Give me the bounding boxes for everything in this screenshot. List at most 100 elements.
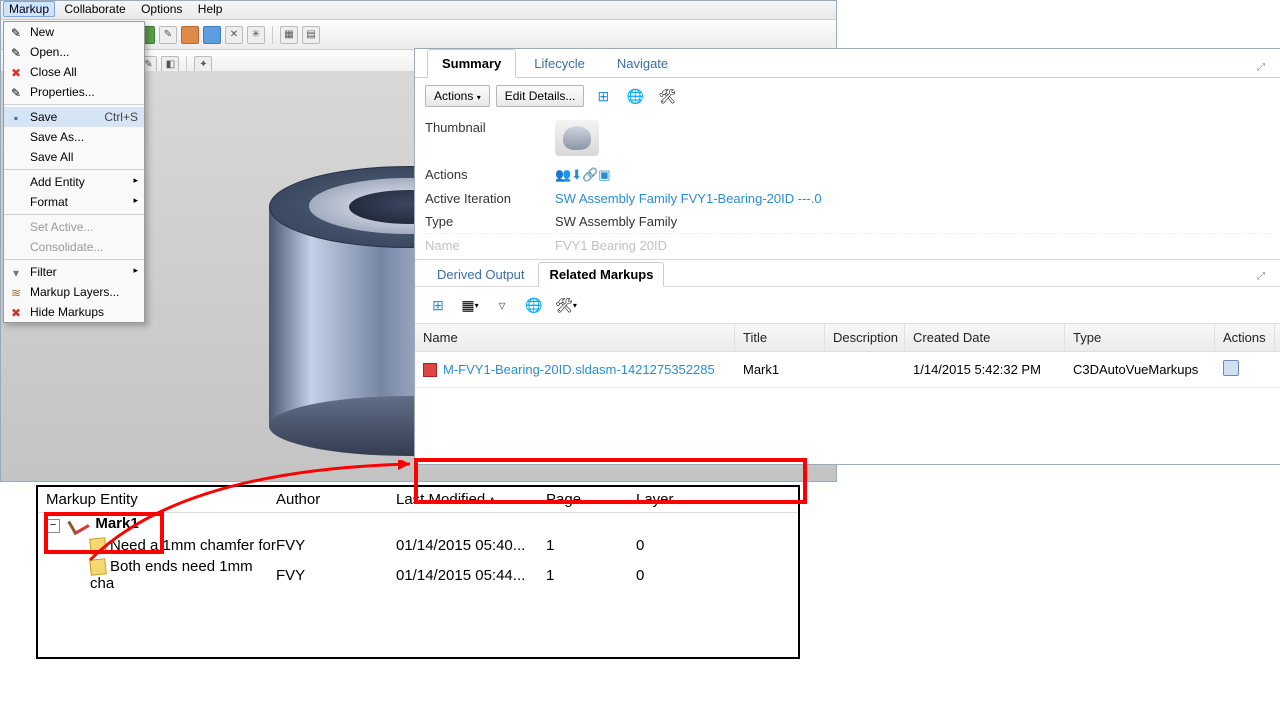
col-actions[interactable]: Actions (1215, 324, 1275, 351)
menu-hide-markups[interactable]: ✖Hide Markups (4, 302, 144, 322)
menu-save[interactable]: ▪SaveCtrl+S (4, 107, 144, 127)
submenu-arrow-icon: ▸ (133, 265, 138, 276)
panel-tabs: Summary Lifecycle Navigate ⤢ (415, 49, 1280, 78)
menu-properties[interactable]: ✎Properties... (4, 82, 144, 102)
menu-markup[interactable]: Markup (3, 1, 55, 17)
cell-actions[interactable] (1215, 352, 1275, 387)
cell-modified: 01/14/2015 05:40... (396, 537, 546, 554)
cell-description (825, 362, 905, 378)
filter-icon[interactable]: ▿ (489, 293, 515, 317)
sub-toolbar: ⊞ ▦▾ ▿ 🌐 🛠▾ (415, 287, 1280, 323)
add-icon[interactable]: ⊞ (590, 84, 616, 108)
markups-grid-header: Name Title Description Created Date Type… (415, 323, 1280, 352)
markup-entity-panel: Markup Entity Author Last Modified Page … (36, 485, 800, 659)
tree-child-row[interactable]: Need a 1mm chamfer for FVY 01/14/2015 05… (38, 535, 798, 556)
tab-derived-output[interactable]: Derived Output (427, 263, 534, 286)
separator (4, 259, 144, 260)
file-icon (423, 363, 437, 377)
tree-child-row[interactable]: Both ends need 1mm cha FVY 01/14/2015 05… (38, 556, 798, 594)
cell-page: 1 (546, 537, 636, 554)
toolbar-icon[interactable] (181, 26, 199, 44)
tools-icon[interactable]: 🛠▾ (553, 293, 579, 317)
menu-save-as[interactable]: Save As... (4, 127, 144, 147)
toolbar-icon[interactable] (203, 26, 221, 44)
hide-icon: ✖ (8, 305, 24, 321)
expand-icon[interactable]: ⤢ (1253, 267, 1269, 286)
tree-collapse-icon[interactable]: − (46, 519, 60, 533)
cell-created: 1/14/2015 5:42:32 PM (905, 354, 1065, 385)
properties-list: Thumbnail Actions👥⬇🔗▣ Active IterationSW… (415, 114, 1280, 259)
submenu-arrow-icon: ▸ (133, 195, 138, 206)
menubar: Markup Collaborate Options Help (1, 1, 836, 20)
toolbar-icon[interactable]: ▤ (302, 26, 320, 44)
markup-menu-dropdown: ✎New ✎Open... ✖Close All ✎Properties... … (3, 21, 145, 323)
menu-set-active: Set Active... (4, 217, 144, 237)
active-iteration-link[interactable]: SW Assembly Family FVY1-Bearing-20ID ---… (555, 191, 822, 206)
col-title[interactable]: Title (735, 324, 825, 351)
tree-root-label: Mark1 (95, 515, 138, 532)
toolbar-icon[interactable]: ▦ (280, 26, 298, 44)
col-page[interactable]: Page (546, 491, 636, 508)
info-panel: Summary Lifecycle Navigate ⤢ Actions ▾ E… (414, 48, 1280, 465)
tab-lifecycle[interactable]: Lifecycle (520, 50, 599, 77)
col-author[interactable]: Author (276, 491, 396, 508)
col-created[interactable]: Created Date (905, 324, 1065, 351)
expand-icon[interactable]: ⤢ (1253, 58, 1269, 77)
edit-details-button[interactable]: Edit Details... (496, 85, 585, 107)
entity-text: Both ends need 1mm cha (90, 558, 253, 592)
col-entity[interactable]: Markup Entity (46, 491, 276, 508)
menu-markup-layers[interactable]: ≋Markup Layers... (4, 282, 144, 302)
cell-page: 1 (546, 567, 636, 584)
thumbnail-image (555, 120, 599, 156)
menu-collaborate[interactable]: Collaborate (58, 1, 131, 17)
note-icon (89, 558, 107, 576)
action-icons[interactable]: 👥⬇🔗▣ (555, 167, 611, 183)
add-icon[interactable]: ⊞ (425, 293, 451, 317)
prop-label: Active Iteration (425, 191, 555, 206)
col-layer[interactable]: Layer (636, 491, 726, 508)
actions-button[interactable]: Actions ▾ (425, 85, 490, 107)
close-icon: ✖ (8, 65, 24, 81)
menu-consolidate: Consolidate... (4, 237, 144, 257)
toolbar-icon[interactable]: ✎ (159, 26, 177, 44)
globe-icon[interactable]: 🌐 (521, 293, 547, 317)
separator (272, 26, 273, 44)
filter-icon: ▾ (8, 265, 24, 281)
toolbar-icon[interactable]: ✕ (225, 26, 243, 44)
toolbar-icon[interactable]: ✳ (247, 26, 265, 44)
separator (4, 169, 144, 170)
menu-save-all[interactable]: Save All (4, 147, 144, 167)
menu-open[interactable]: ✎Open... (4, 42, 144, 62)
tab-navigate[interactable]: Navigate (603, 50, 682, 77)
tab-summary[interactable]: Summary (427, 49, 516, 78)
menu-help[interactable]: Help (192, 1, 229, 17)
menu-filter[interactable]: ▾Filter▸ (4, 262, 144, 282)
cell-title: Mark1 (735, 354, 825, 385)
markup-link[interactable]: M-FVY1-Bearing-20ID.sldasm-1421275352285 (443, 362, 715, 377)
menu-format[interactable]: Format▸ (4, 192, 144, 212)
col-description[interactable]: Description (825, 324, 905, 351)
properties-icon: ✎ (8, 85, 24, 101)
save-icon: ▪ (8, 110, 24, 126)
menu-options[interactable]: Options (135, 1, 188, 17)
markups-grid-row[interactable]: M-FVY1-Bearing-20ID.sldasm-1421275352285… (415, 352, 1280, 388)
markup-icon (68, 513, 90, 534)
tree-root-row[interactable]: − Mark1 (38, 513, 798, 535)
menu-add-entity[interactable]: Add Entity▸ (4, 172, 144, 192)
col-modified[interactable]: Last Modified (396, 491, 546, 508)
col-type[interactable]: Type (1065, 324, 1215, 351)
tab-related-markups[interactable]: Related Markups (538, 262, 664, 287)
menu-close-all[interactable]: ✖Close All (4, 62, 144, 82)
new-icon: ✎ (8, 25, 24, 41)
globe-icon[interactable]: 🌐 (622, 84, 648, 108)
sub-tabs: Derived Output Related Markups ⤢ (415, 259, 1280, 287)
prop-label: Thumbnail (425, 120, 555, 159)
prop-value: SW Assembly Family (555, 214, 677, 229)
shortcut-label: Ctrl+S (104, 110, 138, 124)
menu-new[interactable]: ✎New (4, 22, 144, 42)
col-name[interactable]: Name (415, 324, 735, 351)
tools-icon[interactable]: 🛠 (654, 84, 680, 108)
cell-type: C3DAutoVueMarkups (1065, 354, 1215, 385)
table-icon[interactable]: ▦▾ (457, 293, 483, 317)
prop-label: Actions (425, 167, 555, 183)
